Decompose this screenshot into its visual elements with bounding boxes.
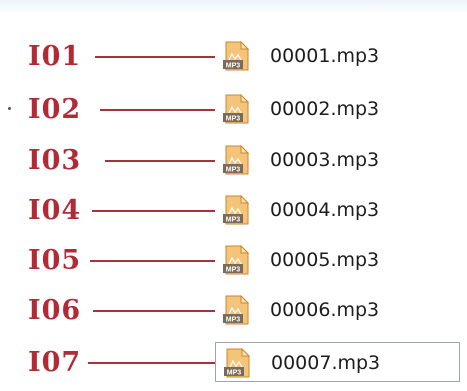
file-item-selected[interactable]: MP3 00007.mp3	[215, 342, 460, 382]
mapping-row-1: I01 MP3 00001.mp3	[0, 36, 467, 80]
file-name: 00001.mp3	[270, 45, 380, 67]
mp3-file-icon: MP3	[223, 194, 250, 225]
connector-line	[105, 160, 215, 162]
file-mapping-diagram: I01 MP3 00001.mp3 I02 MP3 00002.mp3 I03 …	[0, 0, 467, 391]
svg-text:MP3: MP3	[226, 267, 241, 274]
row-tag: I07	[28, 347, 82, 378]
mp3-file-icon: MP3	[223, 144, 250, 175]
connector-line	[88, 362, 215, 364]
row-tag: I03	[28, 145, 82, 176]
file-item[interactable]: MP3 00002.mp3	[215, 89, 460, 129]
svg-text:MP3: MP3	[226, 317, 241, 324]
connector-line	[93, 310, 215, 312]
file-name: 00005.mp3	[270, 249, 380, 271]
connector-line	[100, 109, 215, 111]
svg-text:MP3: MP3	[226, 167, 241, 174]
row-tag: I02	[28, 94, 82, 125]
svg-text:MP3: MP3	[226, 217, 241, 224]
mapping-row-4: I04 MP3 00004.mp3	[0, 190, 467, 234]
mp3-file-icon: MP3	[223, 244, 250, 275]
connector-line	[90, 260, 215, 262]
row-tag: I01	[28, 41, 82, 72]
connector-line	[95, 56, 215, 58]
mp3-file-icon: MP3	[224, 347, 251, 378]
mp3-file-icon: MP3	[223, 93, 250, 124]
mapping-row-6: I06 MP3 00006.mp3	[0, 290, 467, 334]
file-item[interactable]: MP3 00001.mp3	[215, 36, 460, 76]
row-tag: I05	[28, 245, 82, 276]
file-item[interactable]: MP3 00004.mp3	[215, 190, 460, 230]
mp3-file-icon: MP3	[223, 294, 250, 325]
mapping-row-3: I03 MP3 00003.mp3	[0, 140, 467, 184]
file-name: 00004.mp3	[270, 199, 380, 221]
file-item[interactable]: MP3 00005.mp3	[215, 240, 460, 280]
mapping-row-5: I05 MP3 00005.mp3	[0, 240, 467, 284]
file-name: 00007.mp3	[271, 352, 381, 374]
file-name: 00003.mp3	[270, 149, 380, 171]
row-tag: I06	[28, 295, 82, 326]
mapping-row-7: I07 MP3 00007.mp3	[0, 342, 467, 386]
svg-text:MP3: MP3	[227, 370, 242, 377]
svg-text:MP3: MP3	[226, 63, 241, 70]
file-item[interactable]: MP3 00003.mp3	[215, 140, 460, 180]
file-name: 00002.mp3	[270, 98, 380, 120]
row-tag: I04	[28, 195, 82, 226]
mp3-file-icon: MP3	[223, 40, 250, 71]
connector-line	[92, 210, 215, 212]
svg-text:MP3: MP3	[226, 116, 241, 123]
file-item[interactable]: MP3 00006.mp3	[215, 290, 460, 330]
file-name: 00006.mp3	[270, 299, 380, 321]
stray-dot	[8, 107, 11, 110]
mapping-row-2: I02 MP3 00002.mp3	[0, 89, 467, 133]
